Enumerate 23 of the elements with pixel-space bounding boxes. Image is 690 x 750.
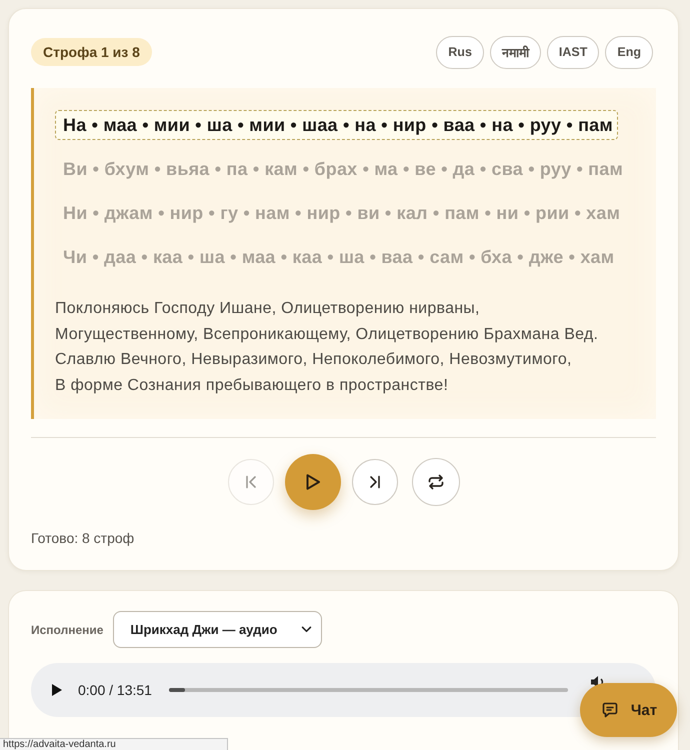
skip-forward-icon xyxy=(368,475,382,489)
audio-play-button[interactable] xyxy=(52,684,62,696)
performance-select[interactable]: Шрикхад Джи — аудио xyxy=(113,611,322,648)
repeat-button[interactable] xyxy=(412,458,460,506)
audio-time-text: 0:00 / 13:51 xyxy=(78,682,152,698)
chat-bubble-icon xyxy=(602,702,618,718)
language-button[interactable]: Eng xyxy=(605,36,653,68)
next-button[interactable] xyxy=(352,459,398,505)
progress-track[interactable] xyxy=(168,688,568,692)
play-icon xyxy=(52,684,62,696)
chevron-down-icon xyxy=(301,626,312,633)
translation-text: Поклоняюсь Господу Ишане, Олицетворению нирваны, Могущественному, Всепроникающему, Олицетворению Брахмана Вед. Славлю Вечного, Невыразимого, Непоколебимого, Невозмутимого, В форме Сознания пребывающего в пространстве! xyxy=(55,299,600,396)
repeat-icon xyxy=(426,473,444,491)
play-button[interactable] xyxy=(284,454,340,510)
language-button[interactable]: IAST xyxy=(546,36,600,68)
performance-label: Исполнение xyxy=(31,622,104,636)
stanza-badge: Строфа 1 из 8 xyxy=(31,38,152,66)
skip-back-icon xyxy=(244,475,258,489)
language-button[interactable]: Rus xyxy=(436,36,484,68)
language-button[interactable]: नमामी xyxy=(490,36,541,68)
link-url-tooltip: https://advaita-vedanta.ru xyxy=(0,738,228,750)
status-text: Готово: 8 строф xyxy=(31,530,136,546)
play-icon xyxy=(304,473,320,491)
